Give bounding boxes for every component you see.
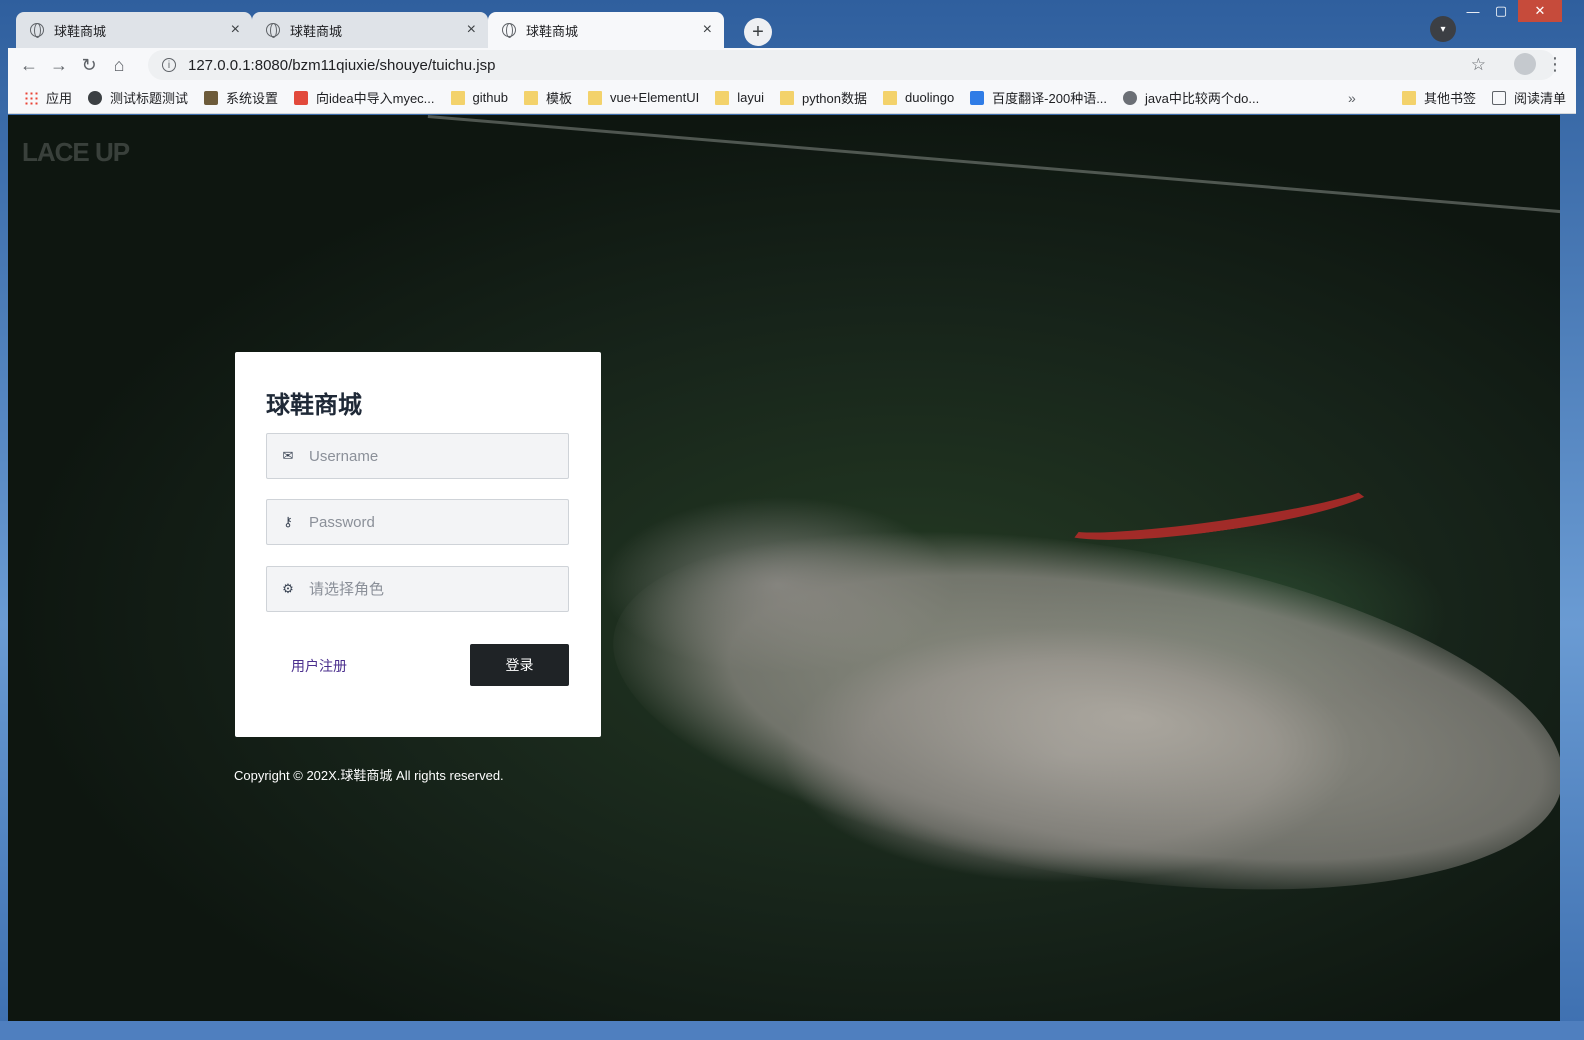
home-icon[interactable]: ⌂ (104, 50, 134, 80)
image-icon (204, 90, 219, 105)
bookmark-folder[interactable]: github (450, 90, 508, 105)
bookmark-label: python数据 (801, 91, 868, 106)
bookmark-item[interactable]: java中比较两个do... (1123, 88, 1259, 107)
background-swoosh (1056, 462, 1380, 554)
username-input[interactable] (309, 447, 549, 465)
window-bottom-border (0, 1021, 1584, 1040)
window-close-icon[interactable]: ✕ (1518, 0, 1562, 22)
login-card: 球鞋商城 ✉ ⚷ ⚙ 用户注册 登录 (235, 352, 601, 737)
bookmark-item[interactable]: 测试标题测试 (88, 88, 188, 107)
bookmark-label: github (472, 90, 508, 105)
reload-icon[interactable]: ↻ (74, 50, 104, 80)
bookmark-label: 向idea中导入myec... (316, 91, 435, 106)
csdn-icon (294, 90, 309, 105)
bookmark-label: 系统设置 (226, 91, 279, 106)
other-bookmarks[interactable]: 其他书签 (1401, 88, 1476, 107)
tab-2[interactable]: 球鞋商城 × (252, 12, 488, 48)
login-title: 球鞋商城 (266, 392, 362, 419)
bookmark-label: java中比较两个do... (1145, 91, 1260, 106)
bookmark-label: 其他书签 (1423, 91, 1476, 106)
browser-window: 球鞋商城 × 球鞋商城 × 球鞋商城 × + ▾ — ▢ ✕ ← → ↻ ⌂ i… (0, 0, 1584, 1040)
folder-icon (715, 90, 730, 105)
menu-icon[interactable]: ⋮ (1546, 54, 1564, 75)
bookmark-label: layui (737, 90, 764, 105)
key-icon: ⚷ (283, 514, 293, 529)
globe-icon (266, 23, 280, 38)
bookmark-item[interactable]: 向idea中导入myec... (294, 88, 435, 107)
tab-title: 球鞋商城 (290, 23, 343, 39)
background-shoe-sole (588, 471, 1560, 949)
folder-icon (883, 90, 898, 105)
new-tab-button[interactable]: + (744, 18, 772, 46)
browser-toolbar: ← → ↻ ⌂ i 127.0.0.1:8080/bzm11qiuxie/sho… (8, 48, 1576, 82)
folder-icon (1401, 90, 1416, 105)
globe-icon (88, 90, 103, 105)
password-input[interactable] (309, 513, 549, 531)
bookmark-apps[interactable]: 应用 (24, 88, 72, 107)
bookmark-label: duolingo (905, 90, 955, 105)
bookmark-folder[interactable]: vue+ElementUI (587, 90, 700, 105)
close-icon[interactable]: × (467, 21, 476, 39)
bookmark-label: 模板 (545, 91, 572, 106)
role-input[interactable] (309, 580, 549, 598)
page-viewport: LACE UP 球鞋商城 ✉ ⚷ ⚙ 用户注册 登录 Copyright © 2… (8, 115, 1560, 1021)
minimize-icon[interactable]: — (1460, 0, 1486, 22)
account-avatar-icon[interactable] (1514, 53, 1536, 75)
forward-icon[interactable]: → (44, 50, 74, 80)
bookmarks-right: 其他书签 阅读清单 (1386, 88, 1566, 107)
bookmarks-bar: 应用 测试标题测试 系统设置 向idea中导入myec... github 模板… (8, 82, 1576, 114)
globe-icon (30, 23, 44, 38)
username-field[interactable]: ✉ (266, 433, 569, 479)
bookmark-folder[interactable]: 模板 (523, 88, 572, 107)
bookmark-label: 阅读清单 (1513, 91, 1566, 106)
password-field[interactable]: ⚷ (266, 499, 569, 545)
tab-title: 球鞋商城 (526, 23, 579, 39)
tab-3-active[interactable]: 球鞋商城 × (488, 12, 724, 48)
globe-icon (502, 23, 516, 38)
tab-title: 球鞋商城 (54, 23, 107, 39)
folder-icon (587, 90, 602, 105)
maximize-icon[interactable]: ▢ (1488, 0, 1514, 22)
link-icon (1123, 90, 1138, 105)
login-button[interactable]: 登录 (470, 644, 569, 686)
bookmark-star-icon[interactable]: ☆ (1471, 55, 1486, 75)
url-text[interactable]: 127.0.0.1:8080/bzm11qiuxie/shouye/tuichu… (188, 57, 495, 74)
bookmark-label: 应用 (46, 91, 73, 106)
bookmark-item[interactable]: 百度翻译-200种语... (970, 88, 1107, 107)
folder-icon (523, 90, 538, 105)
bookmark-label: 测试标题测试 (110, 91, 189, 106)
tab-1[interactable]: 球鞋商城 × (16, 12, 252, 48)
bookmark-item[interactable]: 系统设置 (204, 88, 278, 107)
copyright-text: Copyright © 202X.球鞋商城 All rights reserve… (234, 768, 504, 783)
tab-search-icon[interactable]: ▾ (1430, 16, 1456, 42)
register-link[interactable]: 用户注册 (291, 656, 347, 676)
close-icon[interactable]: × (703, 21, 712, 39)
bookmark-folder[interactable]: layui (715, 90, 764, 105)
bookmarks-overflow-icon[interactable]: » (1348, 90, 1356, 106)
bookmark-label: vue+ElementUI (609, 90, 700, 105)
bookmark-label: 百度翻译-200种语... (992, 91, 1108, 106)
bookmark-folder[interactable]: python数据 (779, 88, 868, 107)
apps-grid-icon (24, 90, 38, 105)
reading-list-icon (1491, 90, 1506, 105)
folder-icon (450, 90, 465, 105)
close-icon[interactable]: × (231, 21, 240, 39)
gears-icon: ⚙ (282, 581, 294, 596)
envelope-icon: ✉ (282, 448, 294, 463)
address-bar[interactable]: i 127.0.0.1:8080/bzm11qiuxie/shouye/tuic… (148, 50, 1556, 80)
background-field-line (427, 115, 1560, 219)
role-select[interactable]: ⚙ (266, 566, 569, 612)
site-info-icon[interactable]: i (162, 58, 176, 72)
folder-icon (779, 90, 794, 105)
back-icon[interactable]: ← (14, 50, 44, 80)
bookmark-folder[interactable]: duolingo (883, 90, 954, 105)
site-logo: LACE UP (22, 137, 130, 167)
translate-icon (970, 90, 985, 105)
tab-strip: 球鞋商城 × 球鞋商城 × 球鞋商城 × + (8, 8, 1576, 48)
reading-list[interactable]: 阅读清单 (1491, 88, 1566, 107)
